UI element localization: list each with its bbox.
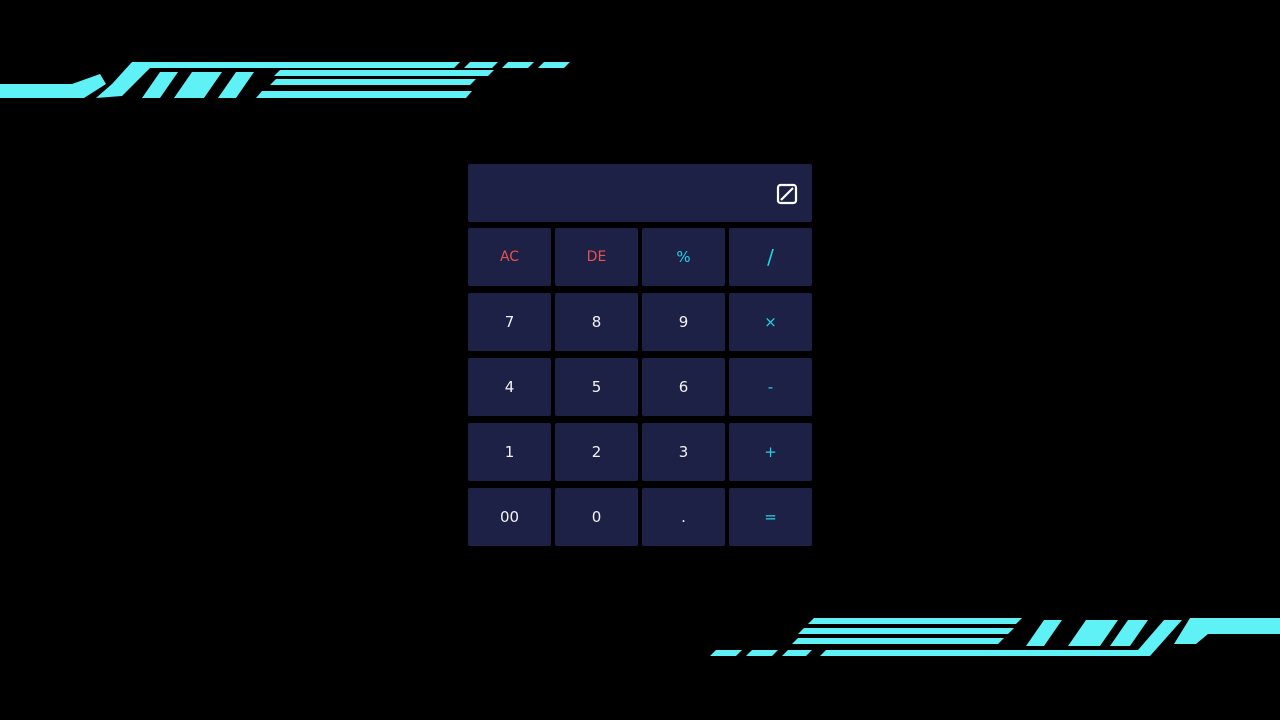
digit-2-button[interactable]: 2 — [555, 423, 638, 481]
minus-button[interactable]: - — [729, 358, 812, 416]
plus-button[interactable]: + — [729, 423, 812, 481]
delete-button[interactable]: DE — [555, 228, 638, 286]
bottom-stripe-decoration — [710, 618, 1280, 656]
digit-5-button[interactable]: 5 — [555, 358, 638, 416]
digit-3-button[interactable]: 3 — [642, 423, 725, 481]
digit-4-button[interactable]: 4 — [468, 358, 551, 416]
divide-button[interactable]: / — [729, 228, 812, 286]
digit-1-button[interactable]: 1 — [468, 423, 551, 481]
digit-0-button[interactable]: 0 — [555, 488, 638, 546]
decimal-point-button[interactable]: . — [642, 488, 725, 546]
square-slash-icon[interactable] — [776, 183, 798, 205]
calculator-display — [468, 164, 812, 222]
multiply-button[interactable]: × — [729, 293, 812, 351]
top-stripe-decoration — [0, 62, 570, 98]
percent-button[interactable]: % — [642, 228, 725, 286]
calculator: AC DE % / 7 8 9 × 4 5 6 - 1 2 3 + 00 0 .… — [468, 164, 812, 548]
double-zero-button[interactable]: 00 — [468, 488, 551, 546]
all-clear-button[interactable]: AC — [468, 228, 551, 286]
digit-7-button[interactable]: 7 — [468, 293, 551, 351]
digit-8-button[interactable]: 8 — [555, 293, 638, 351]
equals-button[interactable]: = — [729, 488, 812, 546]
digit-6-button[interactable]: 6 — [642, 358, 725, 416]
digit-9-button[interactable]: 9 — [642, 293, 725, 351]
